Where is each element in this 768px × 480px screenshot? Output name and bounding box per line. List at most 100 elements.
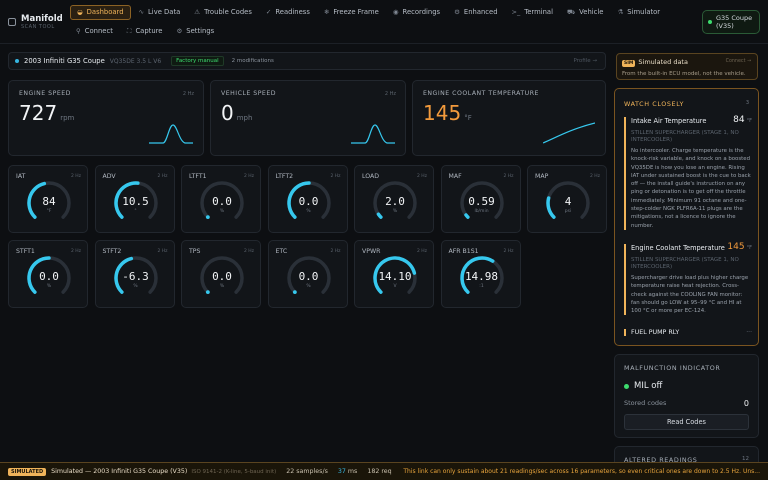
status-protocol: ISO 9141-2 (K-line, 5-baud init) bbox=[191, 468, 277, 475]
nav-terminal-icon: >_ bbox=[511, 8, 521, 16]
gauge-value: 84 bbox=[42, 195, 56, 208]
panel-rate: 2 Hz bbox=[182, 91, 194, 97]
nav-capture[interactable]: ⛶ Capture bbox=[121, 24, 169, 39]
panel-label: ENGINE SPEED bbox=[19, 90, 71, 97]
nav-simulator-icon: ⚗ bbox=[617, 8, 624, 16]
gauge-card-map[interactable]: MAP 2 Hz 4 psi bbox=[527, 165, 607, 233]
gauge-card-iat[interactable]: IAT 2 Hz 84 °F bbox=[8, 165, 88, 233]
nav-label: Live Data bbox=[148, 8, 181, 16]
mil-status: MIL off bbox=[634, 381, 663, 391]
watch-item-coolant[interactable]: Engine Coolant Temperature 145 °F STILLEN… bbox=[624, 242, 752, 316]
nav-simulator[interactable]: ⚗ Simulator bbox=[611, 5, 666, 20]
panel-unit: °F bbox=[464, 114, 472, 122]
sim-connect-link[interactable]: Connect → bbox=[726, 59, 751, 64]
gauge-card-etc[interactable]: ETC 2 Hz 0.0% bbox=[267, 240, 348, 308]
gauge-card-afr-b1s1[interactable]: AFR B1S1 2 Hz 14.98:1 bbox=[440, 240, 521, 308]
status-bar: SIMULATED Simulated — 2003 Infiniti G35 … bbox=[0, 462, 768, 480]
watch-item-description: Supercharger drive load plus higher char… bbox=[631, 275, 749, 315]
vehicle-speed-sparkline bbox=[351, 124, 395, 144]
gauge-unit: % bbox=[306, 209, 311, 214]
nav-terminal[interactable]: >_ Terminal bbox=[506, 5, 559, 20]
coolant-temp-sparkline bbox=[543, 122, 595, 144]
nav-enhanced-icon: ⚙ bbox=[454, 8, 460, 16]
coolant-temp-panel[interactable]: ENGINE COOLANT TEMPERATURE 145 °F bbox=[412, 80, 606, 156]
latency-label: ms bbox=[347, 468, 358, 475]
vehicle-selector-label: G35 Coupe (V35) bbox=[716, 14, 753, 30]
panel-unit: mph bbox=[236, 114, 253, 122]
nav-dashboard-icon: ◒ bbox=[77, 8, 83, 16]
nav-connect-icon: ⚲ bbox=[76, 27, 81, 35]
gauge-unit: % bbox=[219, 284, 225, 289]
nav-live-data-icon: ∿ bbox=[138, 8, 145, 16]
panel-label: ENGINE COOLANT TEMPERATURE bbox=[423, 90, 539, 97]
nav-freeze-frame[interactable]: ❄ Freeze Frame bbox=[318, 5, 385, 20]
gauge-card-ltft1[interactable]: LTFT1 2 Hz 0.0% bbox=[181, 165, 261, 233]
read-codes-button[interactable]: Read Codes bbox=[624, 414, 749, 430]
sim-title: Simulated data bbox=[638, 58, 688, 66]
gauge-card-maf[interactable]: MAF 2 Hz 0.59 lb/min bbox=[440, 165, 521, 233]
watch-item-description: No intercooler. Charge temperature is th… bbox=[631, 148, 751, 229]
factory-manual-badge[interactable]: Factory manual bbox=[171, 56, 224, 66]
nav-connect[interactable]: ⚲ Connect bbox=[70, 24, 119, 39]
nav-label: Enhanced bbox=[463, 8, 498, 16]
brand-name: Manifold bbox=[21, 13, 63, 24]
nav-label: Settings bbox=[186, 27, 215, 35]
nav-vehicle[interactable]: ⛟ Vehicle bbox=[561, 5, 610, 20]
nav-recordings[interactable]: ◉ Recordings bbox=[387, 5, 446, 20]
watch-item-iat[interactable]: Intake Air Temperature 84 °F STILLEN SUPE… bbox=[624, 115, 752, 230]
nav-readiness[interactable]: ✓ Readiness bbox=[260, 5, 316, 20]
nav-label: Readiness bbox=[275, 8, 310, 16]
nav-label: Recordings bbox=[402, 8, 441, 16]
nav-recordings-icon: ◉ bbox=[392, 8, 399, 16]
request-count-label: req bbox=[381, 468, 392, 475]
more-icon[interactable]: ··· bbox=[746, 329, 752, 336]
watch-item-value: 145 bbox=[727, 242, 745, 252]
watch-count: 3 bbox=[745, 100, 749, 106]
vehicle-selector[interactable]: G35 Coupe (V35) bbox=[702, 10, 760, 34]
nav-trouble-codes[interactable]: ⚠ Trouble Codes bbox=[188, 5, 258, 20]
watch-title: WATCH CLOSELY bbox=[624, 100, 685, 108]
gauge-unit: :1 bbox=[479, 284, 484, 289]
gauge-unit: % bbox=[46, 284, 52, 289]
gauge-card-tps[interactable]: TPS 2 Hz 0.0% bbox=[181, 240, 261, 308]
nav-settings-icon: ⚙ bbox=[176, 27, 183, 35]
gauge-card-ltft2[interactable]: LTFT2 2 Hz 0.0% bbox=[267, 165, 348, 233]
watch-item-unit: °F bbox=[746, 245, 752, 251]
gauge-value: 0.0 bbox=[39, 270, 59, 283]
watch-item-fuel-pump[interactable]: FUEL PUMP RLY ··· bbox=[624, 329, 752, 336]
gauge-unit: ° bbox=[134, 209, 137, 214]
gauge-card-stft2[interactable]: STFT2 2 Hz -6.3% bbox=[94, 240, 175, 308]
nav-readiness-icon: ✓ bbox=[265, 8, 272, 16]
watch-item-source: STILLEN SUPERCHARGER (STAGE 1, NO INTERC… bbox=[631, 130, 739, 143]
modifications-link[interactable]: 2 modifications bbox=[232, 58, 274, 64]
gauge-card-adv[interactable]: ADV 2 Hz 10.5 ° bbox=[94, 165, 175, 233]
nav-vehicle-icon: ⛟ bbox=[566, 7, 576, 16]
nav-label: Connect bbox=[84, 27, 113, 35]
gauge-value: 0.59 bbox=[468, 195, 495, 208]
nav-settings[interactable]: ⚙ Settings bbox=[170, 24, 220, 39]
nav-dashboard[interactable]: ◒ Dashboard bbox=[70, 4, 131, 20]
gauge-fill bbox=[292, 290, 297, 295]
nav-enhanced[interactable]: ⚙ Enhanced bbox=[448, 5, 503, 20]
status-summary: Simulated — 2003 Infiniti G35 Coupe (V35… bbox=[51, 468, 188, 475]
gauge-value: 2.0 bbox=[385, 195, 405, 208]
panel-value: 727 bbox=[19, 101, 58, 125]
panel-value: 0 bbox=[221, 101, 234, 125]
vehicle-info-bar: 2003 Infiniti G35 Coupe VQ35DE 3.5 L V6 … bbox=[8, 52, 606, 70]
gauge-card-vpwr[interactable]: VPWR 2 Hz 14.10 V bbox=[354, 240, 434, 308]
brand[interactable]: Manifold SCAN TOOL bbox=[8, 14, 70, 30]
engine-speed-sparkline bbox=[149, 124, 193, 144]
gauge-card-stft1[interactable]: STFT1 2 Hz 0.0% bbox=[8, 240, 88, 308]
gauge-card-load[interactable]: LOAD 2 Hz 2.0% bbox=[354, 165, 434, 233]
gauge-value: 0.0 bbox=[212, 270, 232, 283]
nav-live-data[interactable]: ∿ Live Data bbox=[133, 5, 187, 20]
gauge-fill bbox=[205, 215, 210, 220]
vehicle-engine: VQ35DE 3.5 L V6 bbox=[109, 57, 162, 65]
vehicle-speed-panel[interactable]: VEHICLE SPEED 2 Hz 0 mph bbox=[210, 80, 406, 156]
gauge-value: 10.5 bbox=[122, 195, 149, 208]
watch-closely-panel: WATCH CLOSELY 3 Intake Air Temperature 8… bbox=[614, 88, 759, 346]
engine-speed-panel[interactable]: ENGINE SPEED 2 Hz 727 rpm bbox=[8, 80, 204, 156]
request-count-value: 182 bbox=[367, 468, 380, 475]
gauge-unit: % bbox=[392, 209, 398, 214]
profile-link[interactable]: Profile → bbox=[574, 58, 597, 64]
